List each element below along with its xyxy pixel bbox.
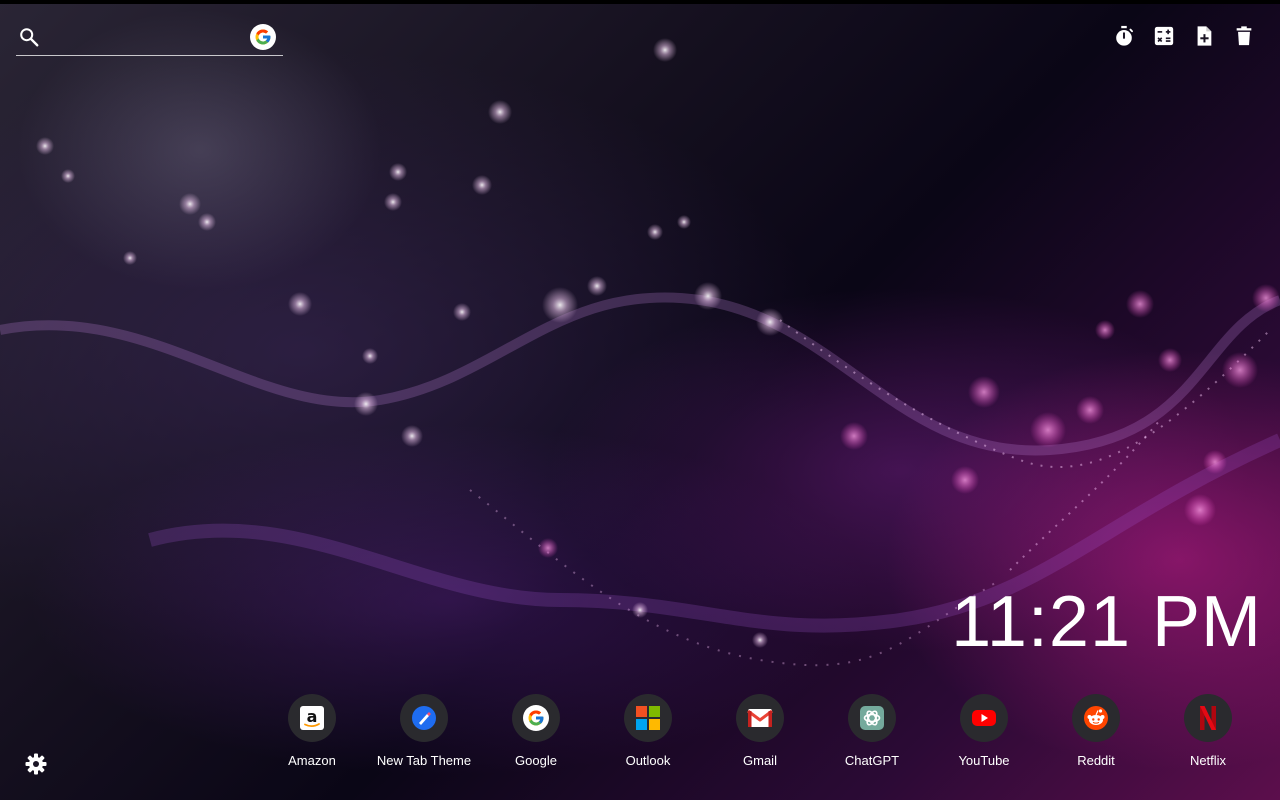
wallpaper-background xyxy=(0,38,1280,667)
chatgpt-icon xyxy=(860,706,884,730)
shortcut-chatgpt[interactable]: ChatGPT xyxy=(816,694,928,768)
search-bar[interactable] xyxy=(16,20,283,56)
top-toolbar xyxy=(1112,24,1256,48)
shortcut-google[interactable]: Google xyxy=(480,694,592,768)
shortcut-label: Gmail xyxy=(743,753,777,768)
shortcut-gmail[interactable]: Gmail xyxy=(704,694,816,768)
microsoft-icon xyxy=(636,706,660,730)
shortcut-label: ChatGPT xyxy=(844,753,900,768)
gmail-icon xyxy=(747,709,773,727)
shortcut-tile[interactable] xyxy=(624,694,672,742)
new-tab-theme-icon xyxy=(412,706,436,730)
shortcuts-row: a Amazon New Tab Theme Google Outlook Gm… xyxy=(256,694,1264,768)
shortcut-label: Google xyxy=(515,753,557,768)
calculator-button[interactable] xyxy=(1152,24,1176,48)
shortcut-tile[interactable]: a xyxy=(288,694,336,742)
shortcut-tile[interactable] xyxy=(400,694,448,742)
reddit-icon xyxy=(1084,706,1108,730)
trash-button[interactable] xyxy=(1232,24,1256,48)
amazon-icon: a xyxy=(300,706,324,730)
google-icon xyxy=(523,705,549,731)
shortcut-tile[interactable] xyxy=(848,694,896,742)
timer-button[interactable] xyxy=(1112,24,1136,48)
shortcut-label: Outlook xyxy=(625,753,671,768)
youtube-icon xyxy=(972,710,996,726)
calculator-icon xyxy=(1154,26,1174,46)
gear-icon xyxy=(25,753,47,775)
shortcut-amazon[interactable]: a Amazon xyxy=(256,694,368,768)
shortcut-netflix[interactable]: Netflix xyxy=(1152,694,1264,768)
shortcut-label: Reddit xyxy=(1077,753,1115,768)
add-note-icon xyxy=(1197,26,1212,46)
shortcut-label: Netflix xyxy=(1189,753,1227,768)
shortcut-outlook[interactable]: Outlook xyxy=(592,694,704,768)
shortcut-label: New Tab Theme xyxy=(376,753,472,768)
timer-icon xyxy=(1116,25,1133,46)
shortcut-new-tab-theme[interactable]: New Tab Theme xyxy=(368,694,480,768)
new-tab-page: 11:21 PM a Amazon New Tab Theme Google O… xyxy=(0,0,1280,800)
svg-text:a: a xyxy=(307,707,318,726)
trash-icon xyxy=(1236,26,1252,46)
shortcut-tile[interactable] xyxy=(512,694,560,742)
clock: 11:21 PM xyxy=(951,582,1262,662)
shortcut-label: YouTube xyxy=(958,753,1010,768)
shortcut-reddit[interactable]: Reddit xyxy=(1040,694,1152,768)
google-g-icon[interactable] xyxy=(250,24,276,50)
shortcut-tile[interactable] xyxy=(960,694,1008,742)
shortcut-tile[interactable] xyxy=(1072,694,1120,742)
search-icon[interactable] xyxy=(18,26,40,48)
shortcut-youtube[interactable]: YouTube xyxy=(928,694,1040,768)
netflix-icon xyxy=(1200,706,1216,730)
add-note-button[interactable] xyxy=(1192,24,1216,48)
settings-button[interactable] xyxy=(24,752,48,776)
shortcut-tile[interactable] xyxy=(736,694,784,742)
shortcut-tile[interactable] xyxy=(1184,694,1232,742)
search-input[interactable] xyxy=(50,24,250,52)
shortcut-label: Amazon xyxy=(288,753,336,768)
